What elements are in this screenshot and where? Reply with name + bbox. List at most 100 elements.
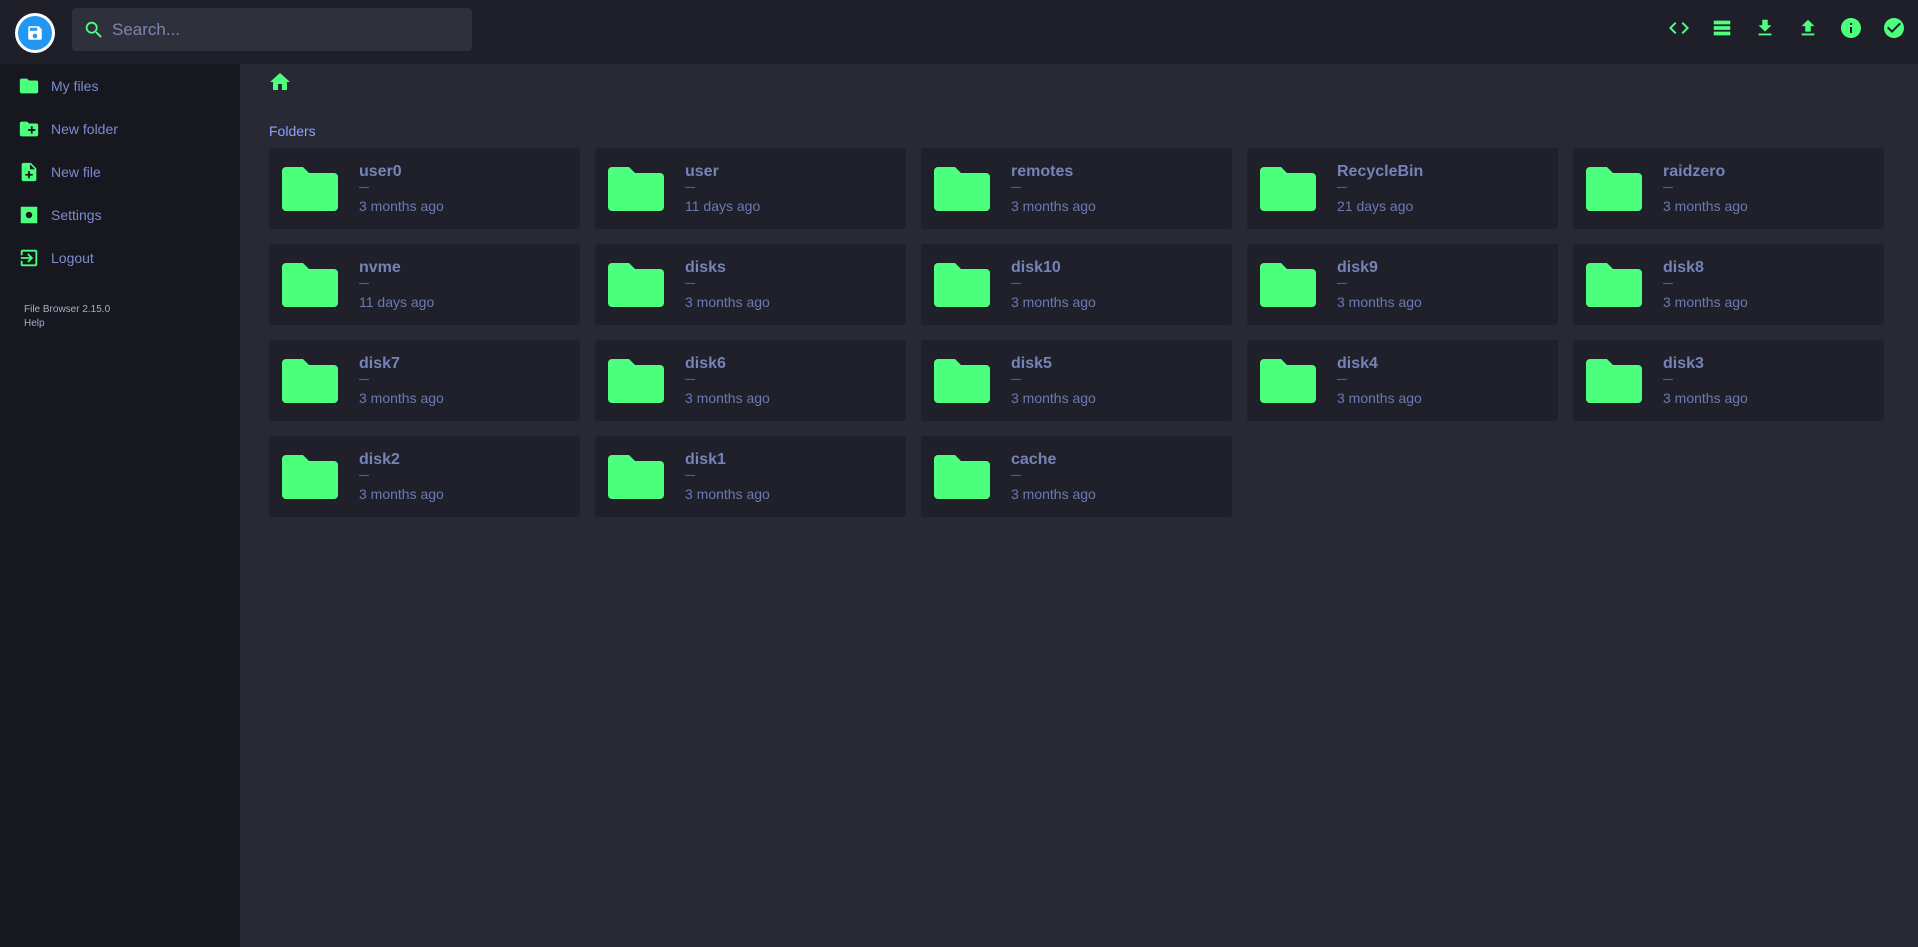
info-icon[interactable] bbox=[1839, 16, 1863, 40]
folder-name: disk9 bbox=[1337, 258, 1378, 276]
folder-name: disk6 bbox=[685, 354, 726, 372]
header-actions bbox=[1667, 16, 1906, 40]
check-circle-icon[interactable] bbox=[1882, 16, 1906, 40]
folder-card[interactable]: nvme — 11 days ago bbox=[269, 244, 580, 325]
folder-name: user bbox=[685, 162, 719, 180]
folder-size: — bbox=[1337, 373, 1347, 385]
folder-size: — bbox=[685, 373, 695, 385]
sidebar-item-new-folder[interactable]: New folder bbox=[0, 107, 240, 150]
folder-modified: 11 days ago bbox=[685, 197, 761, 214]
folder-icon bbox=[934, 166, 990, 211]
sidebar-item-new-file[interactable]: New file bbox=[0, 150, 240, 193]
folder-icon bbox=[934, 358, 990, 403]
folder-modified: 11 days ago bbox=[359, 293, 435, 310]
folder-icon bbox=[19, 78, 39, 93]
sidebar: My files New folder New file Settings Lo… bbox=[0, 64, 240, 947]
folder-name: disk8 bbox=[1663, 258, 1704, 276]
upload-icon[interactable] bbox=[1796, 16, 1820, 40]
folder-icon bbox=[1586, 262, 1642, 307]
sidebar-item-logout[interactable]: Logout bbox=[0, 236, 240, 279]
code-icon[interactable] bbox=[1667, 16, 1691, 40]
folder-card[interactable]: remotes — 3 months ago bbox=[921, 148, 1232, 229]
breadcrumb-home[interactable] bbox=[268, 70, 296, 94]
folder-card[interactable]: disks — 3 months ago bbox=[595, 244, 906, 325]
folder-card[interactable]: RecycleBin — 21 days ago bbox=[1247, 148, 1558, 229]
search-icon bbox=[82, 18, 106, 42]
folder-card[interactable]: user — 11 days ago bbox=[595, 148, 906, 229]
folder-name: user0 bbox=[359, 162, 402, 180]
folder-card[interactable]: disk5— 3 months ago bbox=[921, 340, 1232, 421]
sidebar-item-settings[interactable]: Settings bbox=[0, 193, 240, 236]
folder-modified: 3 months ago bbox=[1663, 293, 1748, 310]
section-title-folders: Folders bbox=[269, 123, 316, 139]
folder-size: — bbox=[359, 181, 369, 193]
folder-card[interactable]: raidzero — 3 months ago bbox=[1573, 148, 1884, 229]
header bbox=[0, 0, 1918, 64]
folder-name: disk2 bbox=[359, 450, 400, 468]
folder-card[interactable]: disk7— 3 months ago bbox=[269, 340, 580, 421]
new-file-icon bbox=[21, 162, 37, 181]
folder-meta: user — 11 days ago bbox=[685, 162, 761, 214]
folder-meta: remotes — 3 months ago bbox=[1011, 162, 1096, 214]
folder-meta: RecycleBin — 21 days ago bbox=[1337, 163, 1423, 214]
app-logo[interactable] bbox=[15, 13, 55, 53]
folder-modified: 3 months ago bbox=[1011, 293, 1096, 310]
folder-size: — bbox=[359, 373, 369, 385]
folder-name: disk7 bbox=[359, 354, 400, 372]
search-input[interactable] bbox=[110, 18, 454, 41]
folder-icon bbox=[608, 262, 664, 307]
folder-card[interactable]: disk4— 3 months ago bbox=[1247, 340, 1558, 421]
folder-icon bbox=[282, 262, 338, 307]
help-link[interactable]: Help bbox=[24, 317, 240, 331]
folder-modified: 3 months ago bbox=[359, 389, 444, 406]
folder-icon bbox=[608, 166, 664, 211]
folder-modified: 3 months ago bbox=[1337, 389, 1422, 406]
folder-icon bbox=[1260, 166, 1316, 211]
folder-size: — bbox=[685, 277, 695, 289]
search-box[interactable] bbox=[72, 8, 472, 51]
floppy-disk-icon bbox=[18, 16, 52, 50]
folder-card[interactable]: disk2— 3 months ago bbox=[269, 436, 580, 517]
list-view-icon[interactable] bbox=[1710, 16, 1734, 40]
folder-size: — bbox=[1011, 373, 1021, 385]
folder-icon bbox=[608, 454, 664, 499]
folder-modified: 3 months ago bbox=[359, 485, 444, 502]
sidebar-item-my-files[interactable]: My files bbox=[0, 64, 240, 107]
folder-icon bbox=[934, 262, 990, 307]
folder-size: — bbox=[1663, 181, 1673, 193]
folder-card[interactable]: disk9— 3 months ago bbox=[1247, 244, 1558, 325]
folder-icon bbox=[282, 358, 338, 403]
version-text: File Browser 2.15.0 bbox=[24, 304, 111, 315]
folder-card[interactable]: disk10— 3 months ago bbox=[921, 244, 1232, 325]
folder-name: disk1 bbox=[685, 450, 726, 468]
folder-size: — bbox=[359, 469, 369, 481]
folder-name: cache bbox=[1011, 450, 1057, 468]
folder-card[interactable]: disk3— 3 months ago bbox=[1573, 340, 1884, 421]
sidebar-item-label: New file bbox=[51, 163, 101, 180]
folder-meta: disk4— 3 months ago bbox=[1337, 355, 1422, 406]
folder-size: — bbox=[1011, 469, 1021, 481]
folder-modified: 3 months ago bbox=[1663, 389, 1748, 406]
folder-icon bbox=[608, 358, 664, 403]
folder-card[interactable]: disk6— 3 months ago bbox=[595, 340, 906, 421]
folder-icon bbox=[1586, 166, 1642, 211]
download-icon[interactable] bbox=[1753, 16, 1777, 40]
sidebar-item-label: Settings bbox=[51, 206, 102, 223]
folder-card[interactable]: disk1— 3 months ago bbox=[595, 436, 906, 517]
home-icon bbox=[270, 73, 290, 90]
folder-meta: disks — 3 months ago bbox=[685, 259, 770, 310]
folder-card[interactable]: user0— 3 months ago bbox=[269, 148, 580, 229]
folder-size: — bbox=[1663, 277, 1673, 289]
folder-meta: raidzero — 3 months ago bbox=[1663, 163, 1748, 214]
folder-modified: 3 months ago bbox=[1337, 293, 1422, 310]
folder-card[interactable]: disk8— 3 months ago bbox=[1573, 244, 1884, 325]
folder-size: — bbox=[1011, 181, 1021, 193]
folder-name: disk5 bbox=[1011, 354, 1052, 372]
folder-card[interactable]: cache — 3 months ago bbox=[921, 436, 1232, 517]
folder-name: disk10 bbox=[1011, 258, 1061, 276]
folder-name: disk3 bbox=[1663, 354, 1704, 372]
folder-name: remotes bbox=[1011, 162, 1074, 180]
credits: File Browser 2.15.0 Help bbox=[0, 303, 240, 331]
folder-size: — bbox=[359, 277, 369, 289]
folder-meta: nvme — 11 days ago bbox=[359, 259, 435, 310]
